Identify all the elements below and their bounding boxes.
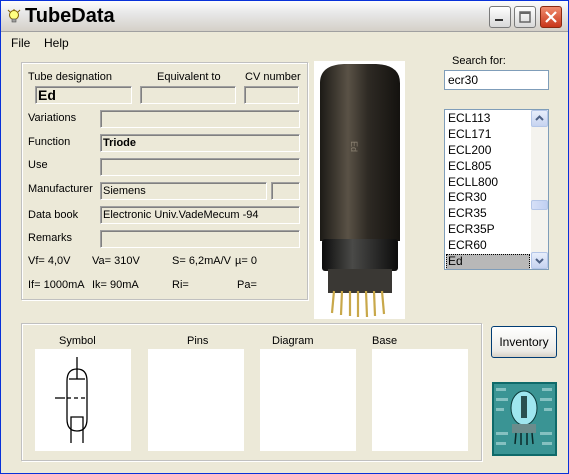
minimize-icon <box>495 19 503 21</box>
diagram-label: Diagram <box>272 335 314 347</box>
databook-field[interactable]: Electronic Univ.VadeMecum -94 <box>100 206 300 224</box>
pins-label: Pins <box>187 335 209 347</box>
mu-value: µ= 0 <box>235 255 257 267</box>
if-value: If= 1000mA <box>28 279 85 291</box>
list-item[interactable]: ECL171 <box>446 127 530 143</box>
menu-file[interactable]: File <box>11 36 30 50</box>
list-item[interactable]: ECLL800 <box>446 175 530 191</box>
listbox-scrollbar[interactable] <box>531 110 548 269</box>
inventory-button[interactable]: Inventory <box>491 326 557 358</box>
s-value: S= 6,2mA/V <box>172 255 232 267</box>
search-label: Search for: <box>452 55 506 67</box>
list-item[interactable]: ECL200 <box>446 143 530 159</box>
lightbulb-icon <box>7 9 21 23</box>
manufacturer-label: Manufacturer <box>28 183 93 195</box>
cv-number-field[interactable] <box>244 86 299 104</box>
list-item[interactable]: ECR30 <box>446 190 530 206</box>
maximize-icon <box>519 11 531 23</box>
pins-box <box>148 349 244 451</box>
tube-list: ECL113 ECL171 ECL200 ECL805 ECLL800 ECR30 ECR3… <box>446 111 530 269</box>
tube-photo: Ed <box>314 61 405 319</box>
scroll-down-button[interactable] <box>531 252 548 269</box>
list-item[interactable]: Ed <box>446 254 530 269</box>
symbol-box <box>35 349 131 451</box>
base-label: Base <box>372 335 398 347</box>
tube-marking: Ed <box>349 141 359 152</box>
list-item[interactable]: ECR35P <box>446 222 530 238</box>
use-field[interactable] <box>100 158 300 176</box>
function-field[interactable]: Triode <box>100 134 300 152</box>
equivalent-label: Equivalent to <box>157 71 221 83</box>
tube-listbox[interactable]: ECL113 ECL171 ECL200 ECL805 ECLL800 ECR30 ECR3… <box>444 109 549 270</box>
va-value: Va= 310V <box>92 255 140 267</box>
tube-designation-field[interactable]: Ed <box>35 86 132 104</box>
variations-field[interactable] <box>100 110 300 128</box>
list-item[interactable]: ECR35 <box>446 206 530 222</box>
search-input[interactable] <box>444 70 549 90</box>
chevron-down-icon <box>535 258 544 264</box>
scroll-thumb[interactable] <box>531 200 548 210</box>
list-item[interactable]: ECL805 <box>446 159 530 175</box>
manufacturer-field[interactable]: Siemens <box>100 182 267 200</box>
diagram-box <box>260 349 356 451</box>
maximize-button[interactable] <box>514 6 536 28</box>
equivalent-field[interactable] <box>140 86 236 104</box>
ri-value: Ri= <box>172 279 189 291</box>
title-bar[interactable]: TubeData <box>1 1 568 32</box>
function-label: Function <box>28 136 71 148</box>
close-button[interactable] <box>540 6 562 28</box>
list-item[interactable]: ECR60 <box>446 238 530 254</box>
menu-bar: File Help <box>1 33 568 53</box>
manufacturer-extra-field[interactable] <box>271 182 300 200</box>
tube-designation-label: Tube designation <box>28 71 112 83</box>
ik-value: Ik= 90mA <box>92 279 139 291</box>
list-item[interactable]: ECL113 <box>446 111 530 127</box>
remarks-field[interactable] <box>100 230 300 248</box>
vf-value: Vf= 4,0V <box>28 255 71 267</box>
close-icon <box>545 11 557 23</box>
pa-value: Pa= <box>237 279 257 291</box>
main-window: TubeData File Help Tube designation Equi… <box>0 0 569 474</box>
symbol-label: Symbol <box>59 335 96 347</box>
databook-label: Data book <box>28 209 79 221</box>
use-label: Use <box>28 159 48 171</box>
chevron-up-icon <box>535 115 544 121</box>
cv-number-label: CV number <box>245 71 301 83</box>
remarks-label: Remarks <box>28 232 73 244</box>
menu-help[interactable]: Help <box>44 36 69 50</box>
base-box <box>372 349 468 451</box>
minimize-button[interactable] <box>489 6 511 28</box>
scroll-up-button[interactable] <box>531 110 548 127</box>
variations-label: Variations <box>28 112 77 124</box>
triode-symbol-icon <box>55 357 88 443</box>
tube-logo-image <box>492 382 557 456</box>
window-title: TubeData <box>25 5 115 27</box>
